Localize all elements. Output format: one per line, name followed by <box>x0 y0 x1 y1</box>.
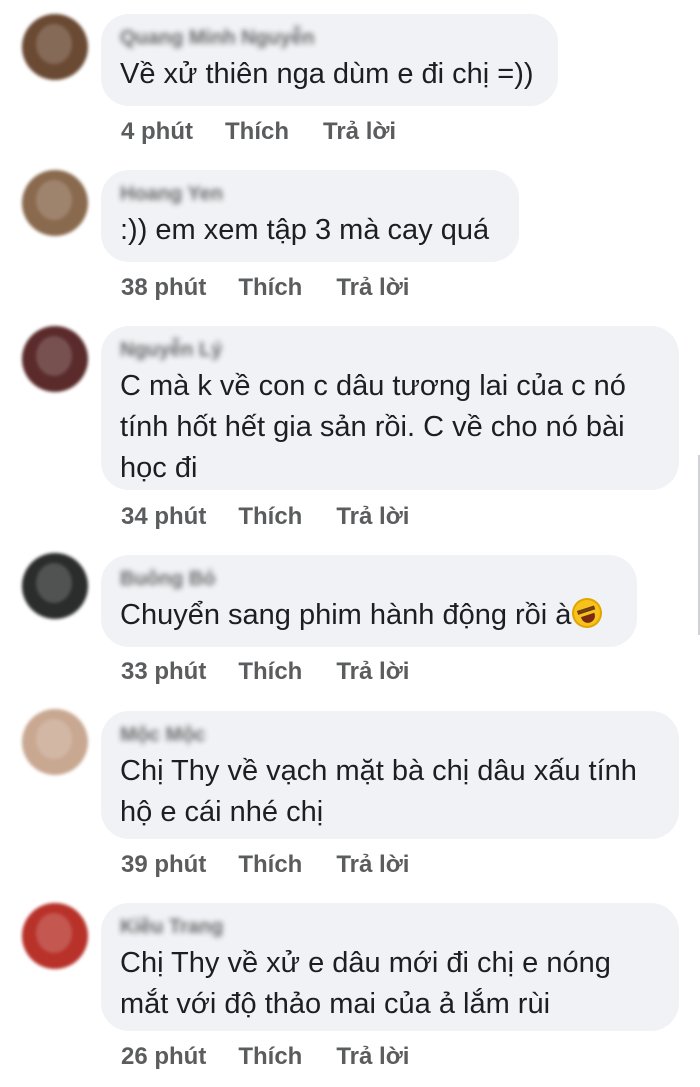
author-name[interactable]: Quang Minh Nguyễn <box>120 26 538 50</box>
avatar[interactable] <box>22 14 88 80</box>
comment-text-line: C mà k về con c dâu tương lai của c nó <box>120 370 626 402</box>
comment-text-line: Chị Thy về vạch mặt bà chị dâu xấu tính <box>120 755 637 787</box>
like-button[interactable]: Thích <box>238 851 302 879</box>
comment-text-content: Chuyển sang phim hành động rồi à <box>120 599 572 631</box>
like-button[interactable]: Thích <box>238 1043 302 1071</box>
comment-text: Chị Thy về vạch mặt bà chị dâu xấu tính … <box>120 751 659 833</box>
author-name[interactable]: Buông Bỏ <box>120 567 617 591</box>
reply-button[interactable]: Trả lời <box>336 503 409 531</box>
timestamp[interactable]: 39 phút <box>121 851 206 879</box>
author-name[interactable]: Hoang Yen <box>120 182 499 206</box>
comment-actions: 34 phút Thích Trả lời <box>121 503 409 531</box>
comment-text: :)) em xem tập 3 mà cay quá <box>120 214 490 246</box>
comment-text-line: hộ e cái nhé chị <box>120 796 324 828</box>
avatar[interactable] <box>22 709 88 775</box>
like-button[interactable]: Thích <box>238 274 302 302</box>
like-button[interactable]: Thích <box>238 503 302 531</box>
avatar[interactable] <box>22 553 88 619</box>
comment-text: Chị Thy về xử e dâu mới đi chị e nóng mắ… <box>120 943 659 1025</box>
avatar[interactable] <box>22 170 88 236</box>
comment-bubble: Nguyễn Lý C mà k về con c dâu tương lai … <box>101 326 679 490</box>
reply-button[interactable]: Trả lời <box>323 118 396 146</box>
comment-bubble: Kiều Trang Chị Thy về xử e dâu mới đi ch… <box>101 903 679 1031</box>
timestamp[interactable]: 38 phút <box>121 274 206 302</box>
comment-text-line: Chị Thy về xử e dâu mới đi chị e nóng <box>120 947 611 979</box>
author-name[interactable]: Kiều Trang <box>120 915 659 939</box>
comment-bubble: Mộc Mộc Chị Thy về vạch mặt bà chị dâu x… <box>101 711 679 839</box>
comment-bubble: Quang Minh Nguyễn Về xử thiên nga dùm e … <box>101 14 558 106</box>
comment-actions: 26 phút Thích Trả lời <box>121 1043 409 1071</box>
reply-button[interactable]: Trả lời <box>336 658 409 686</box>
comment-actions: 4 phút Thích Trả lời <box>121 118 396 146</box>
comment-actions: 38 phút Thích Trả lời <box>121 274 409 302</box>
like-button[interactable]: Thích <box>225 118 289 146</box>
avatar[interactable] <box>22 903 88 969</box>
reply-button[interactable]: Trả lời <box>336 851 409 879</box>
timestamp[interactable]: 4 phút <box>121 118 193 146</box>
rolling-on-floor-laughing-emoji-icon <box>568 594 607 632</box>
comment-text: Chuyển sang phim hành động rồi à <box>120 594 617 636</box>
comment-text-line: học đi <box>120 452 198 484</box>
avatar[interactable] <box>22 326 88 392</box>
reply-button[interactable]: Trả lời <box>336 274 409 302</box>
timestamp[interactable]: 34 phút <box>121 503 206 531</box>
comment-bubble: Buông Bỏ Chuyển sang phim hành động rồi … <box>101 555 637 647</box>
author-name[interactable]: Nguyễn Lý <box>120 338 659 362</box>
timestamp[interactable]: 33 phút <box>121 658 206 686</box>
comment-actions: 33 phút Thích Trả lời <box>121 658 409 686</box>
comment-text: C mà k về con c dâu tương lai của c nó t… <box>120 366 659 489</box>
comment-text: Về xử thiên nga dùm e đi chị =)) <box>120 58 534 90</box>
reply-button[interactable]: Trả lời <box>336 1043 409 1071</box>
comment-bubble: Hoang Yen :)) em xem tập 3 mà cay quá <box>101 170 519 262</box>
comment-actions: 39 phút Thích Trả lời <box>121 851 409 879</box>
timestamp[interactable]: 26 phút <box>121 1043 206 1071</box>
comment-text-line: tính hốt hết gia sản rồi. C về cho nó bà… <box>120 411 625 443</box>
comment-text-line: mắt với độ thảo mai của ả lắm rùi <box>120 988 551 1020</box>
like-button[interactable]: Thích <box>238 658 302 686</box>
author-name[interactable]: Mộc Mộc <box>120 723 659 747</box>
